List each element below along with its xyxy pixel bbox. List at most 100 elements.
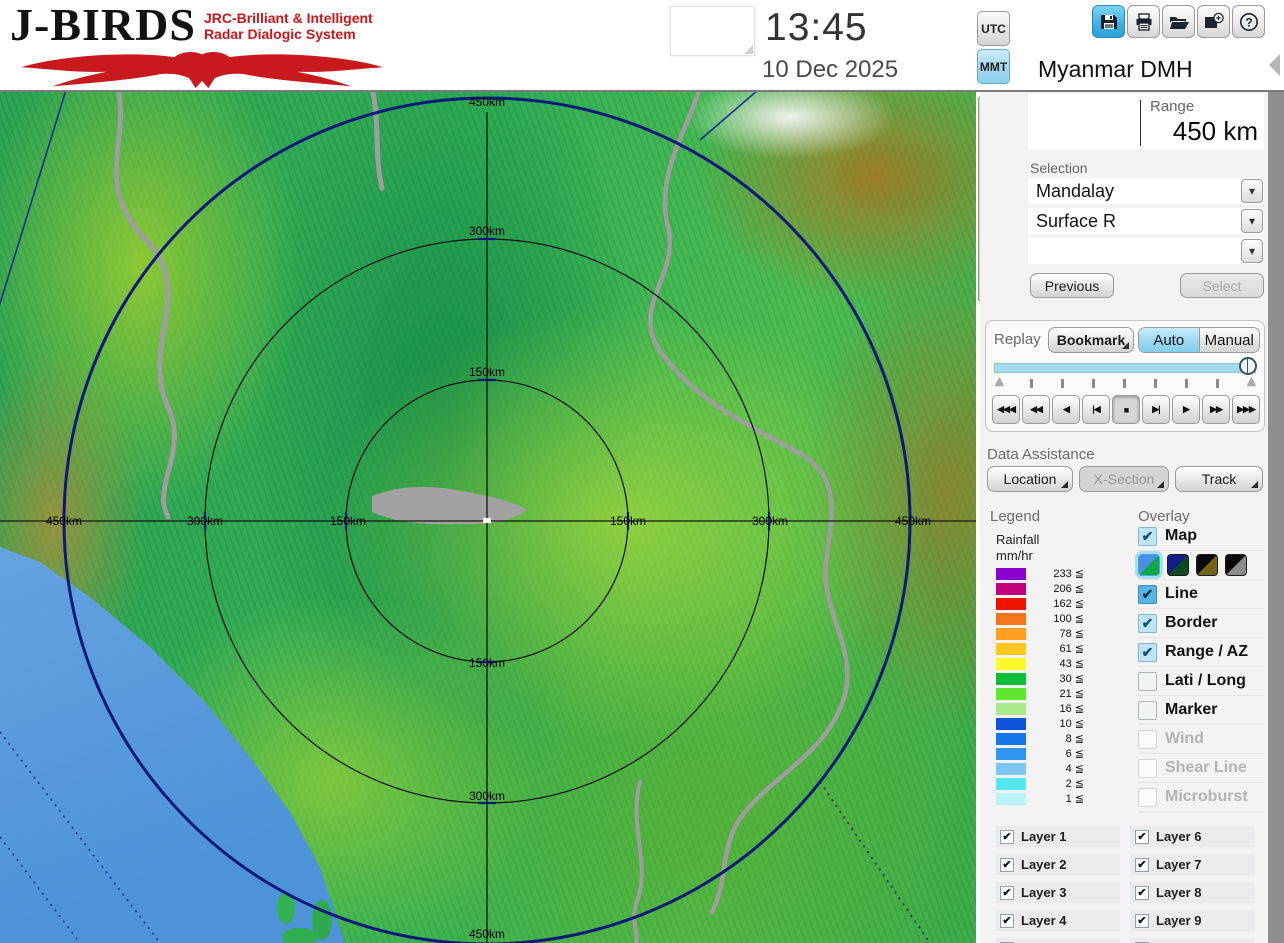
station-name: Myanmar DMH (1038, 56, 1193, 82)
layer-row-4[interactable]: Layer 4 (995, 910, 1120, 931)
overlay-row-line[interactable]: Line (1138, 580, 1264, 609)
checkbox-unchecked-icon[interactable] (1138, 700, 1157, 720)
chevron-down-icon[interactable] (1241, 239, 1263, 263)
panel-collapse-icon[interactable] (1269, 54, 1280, 76)
map-style-navy-darkgreen[interactable] (1167, 554, 1189, 576)
checkbox-checked-icon[interactable] (1000, 885, 1014, 900)
overlay-row-range-az[interactable]: Range / AZ (1138, 638, 1264, 667)
checkbox-checked-icon[interactable] (1135, 885, 1149, 900)
clock-date: 10 Dec 2025 (762, 56, 899, 83)
legend-item: 206 ≦ (996, 581, 1116, 596)
legend-item: 233 ≦ (996, 566, 1116, 581)
eagle-logo-icon (21, 52, 383, 89)
layer-row-partial[interactable] (995, 938, 1120, 943)
map-style-black-olive[interactable] (1196, 554, 1218, 576)
radar-map-display[interactable]: 450km 300km 150km 150km 300km 450km 450k… (0, 92, 976, 943)
legend-item: 30 ≦ (996, 671, 1116, 686)
export-image-button[interactable] (1197, 5, 1230, 38)
checkbox-checked-icon[interactable] (1138, 526, 1157, 546)
layer-row-6[interactable]: Layer 6 (1130, 826, 1255, 847)
open-folder-button[interactable] (1162, 5, 1195, 38)
checkbox-checked-icon[interactable] (1135, 913, 1149, 928)
layer-row-8[interactable]: Layer 8 (1130, 882, 1255, 903)
legend-label: Legend (990, 508, 1041, 525)
help-button[interactable]: ? (1232, 5, 1265, 38)
legend-unit: mm/hr (996, 548, 1033, 563)
stop-button[interactable]: ■ (1112, 395, 1140, 424)
jump-first-button[interactable]: ◀◀◀ (992, 395, 1020, 424)
layer-row-2[interactable]: Layer 2 (995, 854, 1120, 875)
checkbox-checked-icon[interactable] (1138, 613, 1157, 633)
legend-swatch (996, 597, 1026, 610)
product-dropdown[interactable]: Surface R (1028, 208, 1264, 234)
xsection-button[interactable]: X-Section (1079, 466, 1169, 492)
site-dropdown[interactable]: Mandalay (1028, 178, 1264, 204)
checkbox-checked-icon[interactable] (1000, 913, 1014, 928)
bookmark-button[interactable]: Bookmark (1048, 327, 1134, 353)
layer-row-1[interactable]: Layer 1 (995, 826, 1120, 847)
fast-rewind-button[interactable]: ◀◀ (1022, 395, 1050, 424)
print-button[interactable] (1127, 5, 1160, 38)
utc-button[interactable]: UTC (977, 11, 1010, 46)
replay-label: Replay (994, 331, 1041, 348)
overlay-options: Map Line Border Range / AZ (1138, 522, 1264, 812)
svg-text:300km: 300km (469, 224, 505, 238)
fast-forward-button[interactable]: ▶▶ (1202, 395, 1230, 424)
product-dropdown-value: Surface R (1036, 211, 1117, 231)
replay-mode-toggle: Auto Manual (1138, 327, 1260, 353)
checkbox-disabled-icon (1138, 787, 1157, 807)
replay-slider-track[interactable] (994, 363, 1256, 373)
overlay-row-microburst: Microburst (1138, 783, 1264, 812)
jump-last-button[interactable]: ▶▶▶ (1232, 395, 1260, 424)
legend-item: 21 ≦ (996, 686, 1116, 701)
checkbox-checked-icon[interactable] (1000, 857, 1014, 872)
legend-item: 162 ≦ (996, 596, 1116, 611)
layer-row-9[interactable]: Layer 9 (1130, 910, 1255, 931)
checkbox-checked-icon[interactable] (1000, 829, 1014, 844)
range-label: Range (1150, 98, 1195, 115)
track-button[interactable]: Track (1175, 466, 1263, 492)
play-button[interactable]: ▶ (1172, 395, 1200, 424)
checkbox-checked-icon[interactable] (1135, 829, 1149, 844)
mmt-button[interactable]: MMT (977, 49, 1010, 84)
map-style-blue-green[interactable] (1138, 554, 1160, 576)
save-button[interactable] (1092, 5, 1125, 38)
checkbox-checked-icon[interactable] (1138, 584, 1157, 604)
option-dropdown[interactable] (1028, 238, 1264, 264)
svg-text:450km: 450km (469, 95, 505, 109)
svg-text:450km: 450km (46, 514, 82, 528)
checkbox-checked-icon[interactable] (1138, 642, 1157, 662)
manual-mode-button[interactable]: Manual (1199, 328, 1259, 352)
select-button[interactable]: Select (1180, 273, 1264, 298)
layer-row-3[interactable]: Layer 3 (995, 882, 1120, 903)
overlay-row-border[interactable]: Border (1138, 609, 1264, 638)
auto-mode-button[interactable]: Auto (1139, 328, 1200, 352)
checkbox-unchecked-icon[interactable] (1138, 671, 1157, 691)
step-forward-button[interactable]: ▶| (1142, 395, 1170, 424)
layer-row-7[interactable]: Layer 7 (1130, 854, 1255, 875)
step-back-button[interactable]: |◀ (1082, 395, 1110, 424)
legend-swatch (996, 582, 1026, 595)
overlay-row-marker[interactable]: Marker (1138, 696, 1264, 725)
overlay-row-lati-long[interactable]: Lati / Long (1138, 667, 1264, 696)
svg-text:300km: 300km (469, 789, 505, 803)
legend-swatch (996, 567, 1026, 580)
overlay-row-map[interactable]: Map (1138, 522, 1264, 551)
slider-end-marker-icon: ▲ (1244, 373, 1259, 390)
location-button[interactable]: Location (987, 466, 1073, 492)
legend-item: 16 ≦ (996, 701, 1116, 716)
layer-row-partial[interactable] (1130, 938, 1255, 943)
legend-swatch (996, 777, 1026, 790)
legend-swatch (996, 747, 1026, 760)
chevron-down-icon[interactable] (1241, 209, 1263, 233)
slider-tick (1061, 379, 1064, 388)
checkbox-checked-icon[interactable] (1135, 857, 1149, 872)
legend-item: 43 ≦ (996, 656, 1116, 671)
map-style-black-gray[interactable] (1225, 554, 1247, 576)
chevron-down-icon[interactable] (1241, 179, 1263, 203)
svg-text:300km: 300km (187, 514, 223, 528)
legend-item: 6 ≦ (996, 746, 1116, 761)
legend-swatch (996, 732, 1026, 745)
play-reverse-button[interactable]: ◀ (1052, 395, 1080, 424)
previous-button[interactable]: Previous (1030, 273, 1114, 298)
